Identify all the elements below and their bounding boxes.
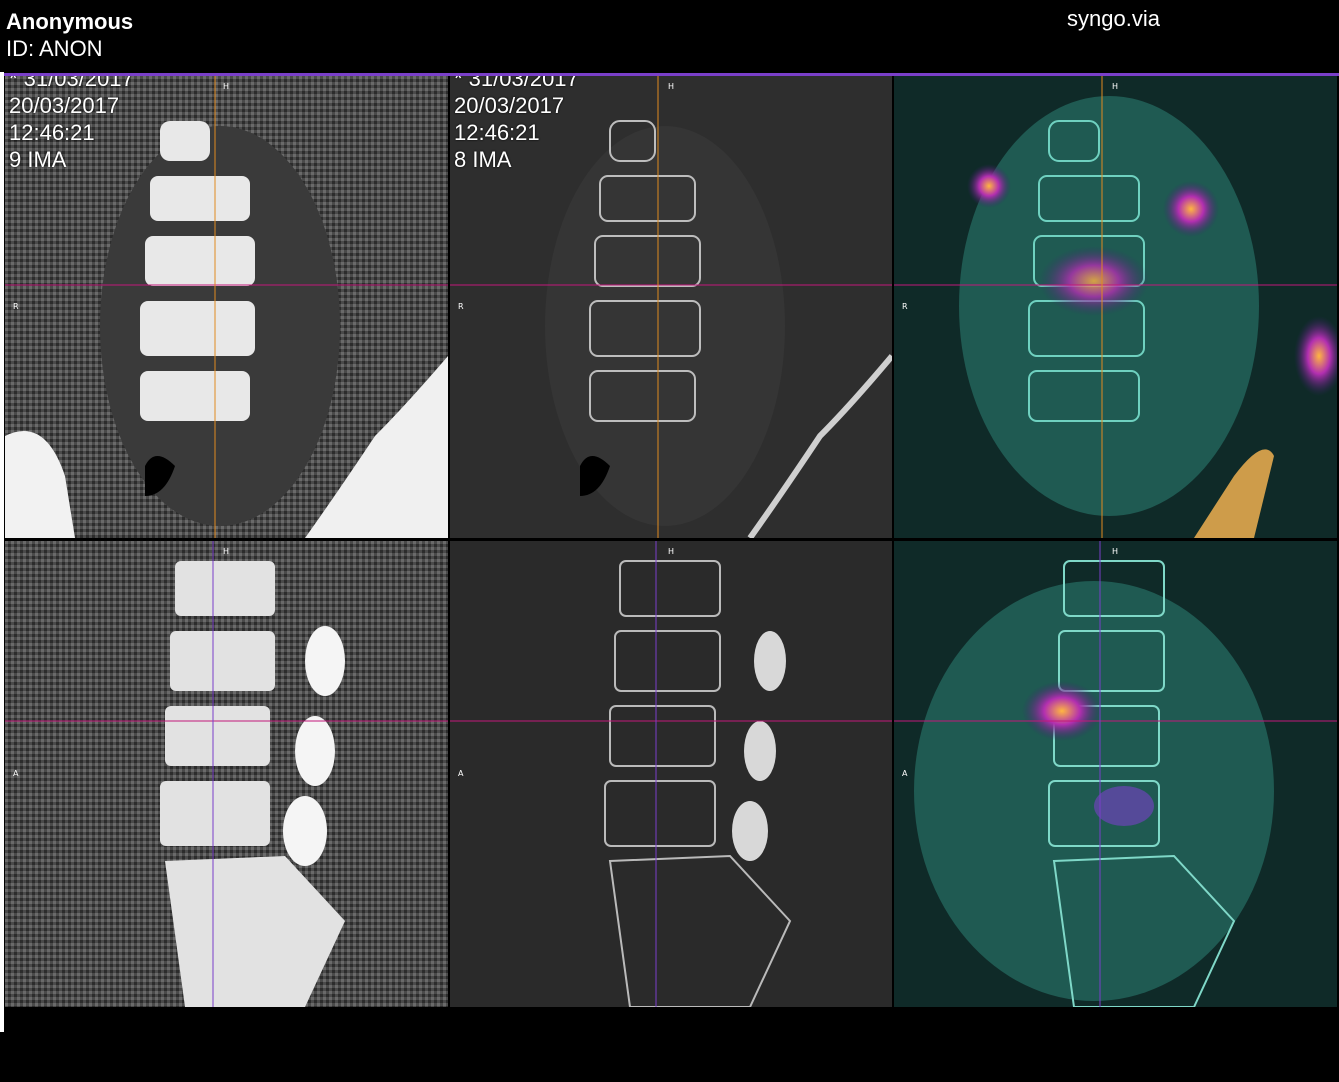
viewport-coronal-ct-bone[interactable]: H R * 31/03/2017 20/03/2017 12:46:21 9 I… (5, 76, 448, 538)
viewport-sagittal-ct-bone[interactable]: H A (5, 541, 448, 1007)
study-date: 20/03/2017 (454, 93, 565, 118)
viewport-sagittal-ct-soft[interactable]: H A (450, 541, 892, 1007)
sagittal-ct-soft-image (450, 541, 892, 1007)
orientation-top: H (1112, 82, 1119, 91)
image-number: 8 IMA (454, 147, 512, 172)
coronal-fusion-image (894, 76, 1337, 538)
orientation-side: R (13, 302, 19, 311)
acquisition-date: * 31/03/2017 (454, 76, 579, 91)
study-time: 12:46:21 (9, 120, 95, 145)
viewport-coronal-fusion[interactable]: H R (894, 76, 1337, 538)
sagittal-fusion-image (894, 541, 1337, 1007)
image-info: * 31/03/2017 20/03/2017 12:46:21 8 IMA (454, 76, 579, 173)
orientation-top: H (668, 82, 675, 91)
orientation-side: A (902, 769, 908, 778)
image-info: * 31/03/2017 20/03/2017 12:46:21 9 IMA (9, 76, 134, 173)
orientation-top: H (1112, 547, 1119, 556)
brand-logo-text: syngo.via (1067, 6, 1160, 31)
acquisition-date: * 31/03/2017 (9, 76, 134, 91)
orientation-side: A (458, 769, 464, 778)
patient-name: Anonymous (6, 9, 134, 34)
image-number: 9 IMA (9, 147, 67, 172)
viewport-coronal-ct-soft[interactable]: H R * 31/03/2017 20/03/2017 12:46:21 8 I… (450, 76, 892, 538)
sagittal-ct-bone-image (5, 541, 448, 1007)
left-edge-bar (0, 72, 4, 1032)
orientation-side: R (458, 302, 464, 311)
orientation-top: H (668, 547, 675, 556)
orientation-side: R (902, 302, 908, 311)
orientation-top: H (223, 82, 230, 91)
orientation-top: H (223, 547, 230, 556)
orientation-side: A (13, 769, 19, 778)
patient-id: ID: ANON (6, 36, 103, 61)
study-time: 12:46:21 (454, 120, 540, 145)
study-date: 20/03/2017 (9, 93, 120, 118)
viewport-sagittal-fusion[interactable]: H A (894, 541, 1337, 1007)
